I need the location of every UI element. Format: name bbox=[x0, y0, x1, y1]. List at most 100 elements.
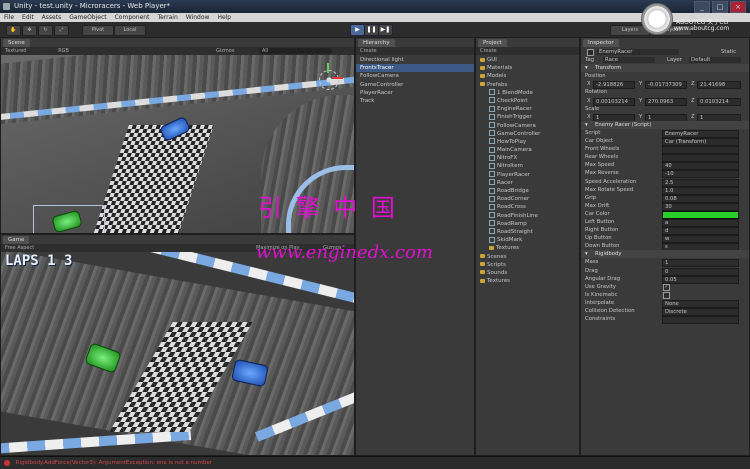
layer-dropdown[interactable]: Default bbox=[689, 57, 741, 64]
property-row: Collision Detection Discrete bbox=[581, 307, 749, 316]
rigidbody-foldout-icon[interactable]: ▾ bbox=[585, 250, 588, 258]
project-item[interactable]: RoadCross bbox=[476, 203, 579, 211]
hierarchy-item[interactable]: GameController bbox=[356, 81, 474, 89]
property-row: Up Button w bbox=[581, 234, 749, 244]
project-item-label: Models bbox=[487, 73, 507, 80]
tab-inspector[interactable]: Inspector bbox=[583, 39, 619, 47]
tab-game[interactable]: Game bbox=[3, 236, 30, 244]
property-checkbox[interactable] bbox=[663, 291, 670, 299]
pivot-toggle[interactable]: Pivot bbox=[82, 25, 114, 36]
project-item-label: RoadCorner bbox=[497, 196, 530, 203]
console-status-bar[interactable]: Rigidbody.AddForce(Vector3): ArgumentExc… bbox=[0, 456, 750, 469]
scene-gizmos[interactable]: Gizmos bbox=[216, 47, 234, 55]
game-aspect-dropdown[interactable]: Free Aspect bbox=[5, 245, 34, 251]
project-item[interactable]: FollowCamera bbox=[476, 122, 579, 130]
project-item[interactable]: HowToPlay bbox=[476, 138, 579, 146]
property-row: Speed Acceleration 2.5 bbox=[581, 178, 749, 187]
project-item[interactable]: RoadCorner bbox=[476, 195, 579, 203]
scale-tool-icon[interactable]: ⤢ bbox=[54, 25, 69, 36]
project-item[interactable]: MainCamera bbox=[476, 146, 579, 154]
project-item[interactable]: PlayerRacer bbox=[476, 171, 579, 179]
menu-help[interactable]: Help bbox=[217, 13, 231, 22]
menu-edit[interactable]: Edit bbox=[22, 13, 34, 22]
property-label: Interpolate bbox=[585, 299, 615, 306]
project-create-button[interactable]: Create bbox=[480, 48, 497, 54]
project-item[interactable]: Sounds bbox=[476, 269, 579, 277]
hierarchy-item[interactable]: Track bbox=[356, 97, 474, 105]
static-toggle[interactable]: Static bbox=[721, 48, 736, 56]
rotate-tool-icon[interactable]: ↻ bbox=[38, 25, 53, 36]
object-active-checkbox[interactable] bbox=[587, 49, 594, 56]
property-label: Drag bbox=[585, 267, 598, 274]
menu-component[interactable]: Component bbox=[115, 13, 150, 22]
scene-search-input[interactable]: All bbox=[259, 48, 332, 54]
transform-foldout-icon[interactable]: ▾ bbox=[585, 64, 588, 72]
hierarchy-item-label: Directional light bbox=[360, 57, 404, 63]
maximize-button[interactable]: □ bbox=[712, 1, 728, 13]
project-item[interactable]: Materials bbox=[476, 64, 579, 72]
game-viewport[interactable]: LAPS 1 3 bbox=[1, 252, 354, 455]
project-item[interactable]: RoadBridge bbox=[476, 187, 579, 195]
project-item[interactable]: CheckPoint bbox=[476, 97, 579, 105]
project-item[interactable]: Scenes bbox=[476, 253, 579, 261]
menu-assets[interactable]: Assets bbox=[42, 13, 62, 22]
project-item[interactable]: Scripts bbox=[476, 261, 579, 269]
minimize-button[interactable]: _ bbox=[694, 1, 710, 13]
scene-render-mode[interactable]: Textured bbox=[5, 48, 26, 54]
pause-button[interactable]: ❚❚ bbox=[364, 24, 379, 36]
window-titlebar: Unity - test.unity - Microracers - Web P… bbox=[0, 0, 750, 13]
scene-transform-gizmo[interactable] bbox=[319, 70, 339, 90]
prefab-icon bbox=[489, 122, 495, 128]
project-item[interactable]: RoadRamp bbox=[476, 220, 579, 228]
hierarchy-item[interactable]: PlayerRacer bbox=[356, 89, 474, 97]
tab-project[interactable]: Project bbox=[478, 39, 507, 47]
play-button[interactable]: ▶ bbox=[350, 24, 365, 36]
property-label: Grip bbox=[585, 194, 597, 201]
project-item[interactable]: SkidMark bbox=[476, 236, 579, 244]
hierarchy-item[interactable]: Directional light bbox=[356, 56, 474, 64]
script-foldout-icon[interactable]: ▾ bbox=[585, 121, 588, 129]
step-button[interactable]: ▶❚ bbox=[378, 24, 393, 36]
menu-gameobject[interactable]: GameObject bbox=[69, 13, 106, 22]
tab-hierarchy[interactable]: Hierarchy bbox=[358, 39, 395, 47]
laps-counter: LAPS 1 3 bbox=[5, 253, 73, 269]
project-item[interactable]: Racer bbox=[476, 179, 579, 187]
project-item[interactable]: EngineRacer bbox=[476, 105, 579, 113]
project-item[interactable]: Models bbox=[476, 72, 579, 80]
project-item[interactable]: Textures bbox=[476, 277, 579, 285]
project-item[interactable]: RoadStraight bbox=[476, 228, 579, 236]
project-item[interactable]: RoadFinishLine bbox=[476, 212, 579, 220]
object-name-field[interactable]: EnemyRacer bbox=[597, 49, 679, 55]
move-tool-icon[interactable]: ✥ bbox=[22, 25, 37, 36]
project-item-label: RoadFinishLine bbox=[497, 212, 538, 219]
menu-terrain[interactable]: Terrain bbox=[157, 13, 177, 22]
menu-file[interactable]: File bbox=[4, 13, 14, 22]
local-toggle[interactable]: Local bbox=[114, 25, 146, 36]
property-row: Front Wheels bbox=[581, 145, 749, 155]
project-item[interactable]: Textures bbox=[476, 244, 579, 252]
tab-scene[interactable]: Scene bbox=[3, 39, 30, 47]
transform-component-header[interactable]: ▾ Transform bbox=[581, 64, 749, 73]
hierarchy-create-button[interactable]: Create bbox=[360, 48, 377, 54]
menu-window[interactable]: Window bbox=[186, 13, 210, 22]
project-item[interactable]: GUI bbox=[476, 56, 579, 64]
project-item[interactable]: FinishTrigger bbox=[476, 113, 579, 121]
project-item[interactable]: GameController bbox=[476, 130, 579, 138]
aboutcg-logo bbox=[641, 3, 673, 35]
tag-dropdown[interactable]: Race bbox=[603, 57, 655, 64]
project-item[interactable]: NitroFX bbox=[476, 154, 579, 162]
hand-tool-icon[interactable]: ✋ bbox=[6, 25, 21, 36]
scene-rgb-mode[interactable]: RGB bbox=[58, 48, 69, 54]
enemy-racer-script-header[interactable]: ▾ Enemy Racer (Script) bbox=[581, 120, 749, 129]
close-button[interactable]: × bbox=[730, 1, 746, 13]
property-value-field[interactable] bbox=[662, 316, 739, 325]
property-checkbox[interactable]: ✓ bbox=[663, 283, 670, 291]
prefab-icon bbox=[489, 154, 495, 161]
rigidbody-header[interactable]: ▾ Rigidbody bbox=[581, 250, 749, 259]
project-item-label: CheckPoint bbox=[497, 97, 528, 104]
hierarchy-item[interactable]: FollowCamera bbox=[356, 72, 474, 80]
project-item[interactable]: Prefabs bbox=[476, 81, 579, 89]
project-item[interactable]: NitroItem bbox=[476, 162, 579, 170]
project-item[interactable]: 1 BlendMode bbox=[476, 89, 579, 97]
hierarchy-item[interactable]: FrontsTracer bbox=[356, 64, 474, 73]
